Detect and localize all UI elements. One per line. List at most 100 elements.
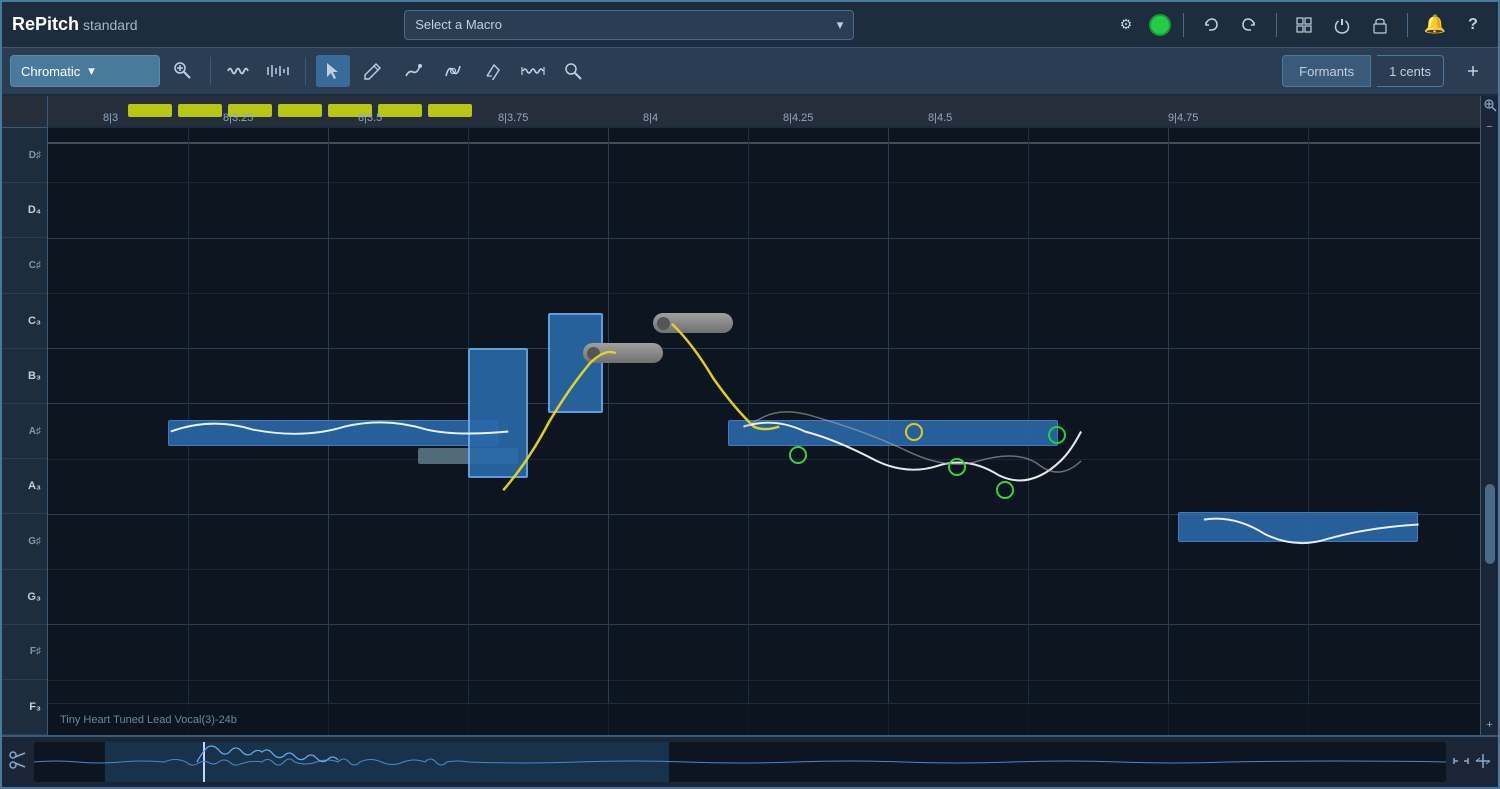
tool-handle-2[interactable] bbox=[653, 313, 733, 333]
curve-tool-btn[interactable] bbox=[436, 55, 470, 87]
scroll-minus-icon[interactable]: − bbox=[1486, 121, 1492, 133]
vgrid-8 bbox=[1168, 128, 1169, 735]
separator-1 bbox=[1183, 13, 1184, 37]
row-d4 bbox=[48, 183, 1480, 238]
timeline-seg-2 bbox=[178, 104, 222, 117]
erase-tool-btn[interactable] bbox=[476, 55, 510, 87]
green-handle-4[interactable] bbox=[1048, 426, 1066, 444]
status-indicator bbox=[1149, 14, 1171, 36]
pencil-tool-btn[interactable] bbox=[356, 55, 390, 87]
scroll-thumb[interactable] bbox=[1485, 484, 1495, 564]
piano-keys: D♯ D₄ C♯ C₃ B₃ A♯ A₃ G♯ G₃ F♯ F₃ bbox=[2, 128, 47, 735]
macro-select[interactable]: Select a Macro ▾ bbox=[404, 10, 854, 40]
note-block-3[interactable] bbox=[1178, 512, 1418, 542]
waveform-tool-2[interactable] bbox=[261, 55, 295, 87]
key-f3[interactable]: F₃ bbox=[2, 680, 47, 735]
bottom-waveform bbox=[2, 735, 1498, 787]
yellow-handle-1[interactable] bbox=[905, 423, 923, 441]
marker-8-375: 8|3.75 bbox=[498, 112, 528, 124]
app-container: RePitch standard Select a Macro ▾ ⚙ bbox=[0, 0, 1500, 789]
row-g3 bbox=[48, 570, 1480, 625]
toolbar-separator bbox=[210, 57, 211, 85]
main-area: D♯ D₄ C♯ C₃ B₃ A♯ A₃ G♯ G₃ F♯ F₃ bbox=[2, 96, 1498, 735]
waveform-tool-1[interactable] bbox=[221, 55, 255, 87]
row-a3 bbox=[48, 460, 1480, 515]
marker-9-475: 9|4.75 bbox=[1168, 112, 1198, 124]
separator-3 bbox=[1407, 13, 1408, 37]
handle-circle-2 bbox=[657, 317, 670, 330]
key-fsharp[interactable]: F♯ bbox=[2, 625, 47, 680]
draw-tool-btn[interactable] bbox=[396, 55, 430, 87]
timeline-seg-1 bbox=[128, 104, 172, 117]
macro-label: Select a Macro bbox=[415, 17, 502, 32]
cents-display: 1 cents bbox=[1377, 55, 1444, 87]
magnify-tool-btn[interactable] bbox=[556, 55, 590, 87]
key-d4[interactable]: D₄ bbox=[2, 183, 47, 238]
scale-arrow-icon: ▾ bbox=[88, 63, 95, 79]
note-selected-block-1[interactable] bbox=[468, 348, 528, 478]
vgrid-beat bbox=[608, 128, 609, 735]
note-block-1[interactable] bbox=[168, 420, 498, 446]
zoom-btn[interactable] bbox=[1456, 55, 1490, 87]
grid-icon[interactable] bbox=[1289, 10, 1319, 40]
marker-8-4: 8|4 bbox=[643, 112, 658, 124]
waveform-display[interactable] bbox=[34, 742, 1446, 782]
key-a3[interactable]: A₃ bbox=[2, 459, 47, 514]
key-gsharp[interactable]: G♯ bbox=[2, 514, 47, 569]
row-b3 bbox=[48, 349, 1480, 404]
waveform-svg bbox=[34, 742, 1446, 782]
select-tool-btn[interactable] bbox=[316, 55, 350, 87]
macro-settings-icon[interactable]: ⚙ bbox=[1111, 10, 1141, 40]
undo-button[interactable] bbox=[1196, 10, 1226, 40]
scale-toggle-btn[interactable] bbox=[166, 55, 200, 87]
green-handle-2[interactable] bbox=[948, 458, 966, 476]
marker-8-425: 8|4.25 bbox=[783, 112, 813, 124]
key-asharp[interactable]: A♯ bbox=[2, 404, 47, 459]
key-b3[interactable]: B₃ bbox=[2, 349, 47, 404]
note-selected-block-2[interactable] bbox=[548, 313, 603, 413]
green-handle-3[interactable] bbox=[996, 481, 1014, 499]
cut-icon[interactable] bbox=[8, 750, 28, 775]
waveform-zoom-btn[interactable] bbox=[1474, 752, 1492, 773]
marker-8-35: 8|3.5 bbox=[358, 112, 382, 124]
marker-8-325: 8|3.25 bbox=[223, 112, 253, 124]
scroll-zoom-icon[interactable] bbox=[1483, 98, 1497, 115]
key-g3[interactable]: G₃ bbox=[2, 570, 47, 625]
app-subtitle: standard bbox=[83, 17, 137, 33]
row-fsharp bbox=[48, 625, 1480, 680]
marker-8-45: 8|4.5 bbox=[928, 112, 952, 124]
lock-icon[interactable] bbox=[1365, 10, 1395, 40]
scale-label: Chromatic bbox=[21, 64, 80, 79]
tool-handle-1[interactable] bbox=[583, 343, 663, 363]
power-icon[interactable] bbox=[1327, 10, 1357, 40]
timeline-seg-7 bbox=[428, 104, 472, 117]
scroll-track[interactable] bbox=[1485, 137, 1495, 715]
help-icon[interactable]: ? bbox=[1458, 10, 1488, 40]
note-block-2[interactable] bbox=[728, 420, 1058, 446]
macro-arrow-icon: ▾ bbox=[837, 17, 844, 33]
info-bar: Tiny Heart Tuned Lead Vocal(3)-24b bbox=[48, 703, 1480, 735]
scroll-plus-icon[interactable]: + bbox=[1486, 719, 1492, 731]
key-csharp[interactable]: C♯ bbox=[2, 238, 47, 293]
key-c3[interactable]: C₃ bbox=[2, 294, 47, 349]
vibrato-tool-btn[interactable] bbox=[516, 55, 550, 87]
right-scrollbar[interactable]: − + bbox=[1480, 96, 1498, 735]
scale-select[interactable]: Chromatic ▾ bbox=[10, 55, 160, 87]
separator-2 bbox=[1276, 13, 1277, 37]
piano-roll: D♯ D₄ C♯ C₃ B₃ A♯ A₃ G♯ G₃ F♯ F₃ bbox=[2, 96, 48, 735]
formants-button[interactable]: Formants bbox=[1282, 55, 1371, 87]
alert-icon[interactable]: 🔔 bbox=[1420, 10, 1450, 40]
key-dsharp[interactable]: D♯ bbox=[2, 128, 47, 183]
row-csharp bbox=[48, 239, 1480, 294]
timeline-segments bbox=[128, 104, 472, 117]
timeline-seg-6 bbox=[378, 104, 422, 117]
pitch-grid[interactable]: Tiny Heart Tuned Lead Vocal(3)-24b bbox=[48, 128, 1480, 735]
waveform-fit-btn[interactable] bbox=[1452, 752, 1470, 773]
top-toolbar: RePitch standard Select a Macro ▾ ⚙ bbox=[2, 2, 1498, 48]
editor-area: 8|3 8|3.25 8|3.5 8|3.75 8|4 8|4.25 8|4.5… bbox=[48, 96, 1480, 735]
redo-button[interactable] bbox=[1234, 10, 1264, 40]
green-handle-1[interactable] bbox=[789, 446, 807, 464]
app-logo: RePitch standard bbox=[12, 14, 138, 35]
handle-circle bbox=[587, 347, 600, 360]
marker-8-3: 8|3 bbox=[103, 112, 118, 124]
